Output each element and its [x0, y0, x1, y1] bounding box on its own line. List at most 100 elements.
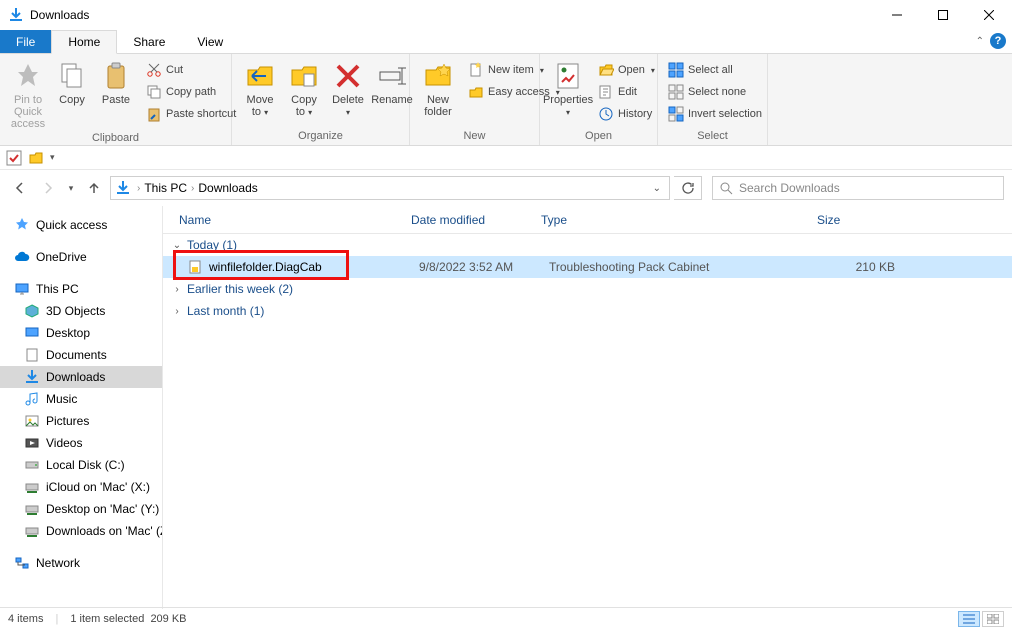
ribbon-collapse-caret[interactable]: ⌃	[976, 36, 984, 47]
view-mode-toggle	[958, 611, 1004, 627]
nav-local-disk-c[interactable]: Local Disk (C:)	[0, 454, 162, 476]
picture-icon	[24, 413, 40, 429]
paste-button[interactable]: Paste	[94, 58, 138, 108]
ribbon: Pin to Quick access Copy Paste Cut Copy …	[0, 54, 1012, 146]
tab-share[interactable]: Share	[117, 30, 181, 53]
file-row[interactable]: winfilefolder.DiagCab 9/8/2022 3:52 AM T…	[163, 256, 1012, 278]
refresh-button[interactable]	[674, 176, 702, 200]
checkbox-icon[interactable]	[6, 150, 22, 166]
nav-quick-access[interactable]: Quick access	[0, 214, 162, 236]
properties-button[interactable]: Properties ▾	[546, 58, 590, 121]
help-icon[interactable]: ?	[990, 33, 1006, 49]
nav-desktop-mac-drive[interactable]: Desktop on 'Mac' (Y:)	[0, 498, 162, 520]
group-earlier-this-week[interactable]: › Earlier this week (2)	[163, 278, 1012, 300]
search-box[interactable]	[712, 176, 1004, 200]
group-last-month[interactable]: › Last month (1)	[163, 300, 1012, 322]
copy-path-button[interactable]: Copy path	[142, 82, 240, 102]
invert-selection-icon	[668, 106, 684, 122]
folder-icon[interactable]	[28, 150, 44, 166]
paste-icon	[100, 60, 132, 92]
minimize-button[interactable]	[874, 0, 920, 30]
new-item-icon	[468, 62, 484, 78]
main-area: Quick access OneDrive This PC 3D Objects…	[0, 206, 1012, 609]
move-to-button[interactable]: Move to ▾	[238, 58, 282, 121]
open-icon	[598, 62, 614, 78]
column-header-type[interactable]: Type	[541, 213, 817, 227]
breadcrumb-downloads[interactable]: Downloads	[198, 181, 257, 195]
drive-icon	[24, 457, 40, 473]
copy-to-icon	[288, 60, 320, 92]
nav-icloud-drive[interactable]: iCloud on 'Mac' (X:)	[0, 476, 162, 498]
breadcrumb-this-pc[interactable]: This PC	[144, 181, 187, 195]
select-all-button[interactable]: Select all	[664, 60, 766, 80]
nav-videos[interactable]: Videos	[0, 432, 162, 454]
copy-button[interactable]: Copy	[50, 58, 94, 108]
group-today[interactable]: ⌄ Today (1)	[163, 234, 1012, 256]
downloads-icon	[24, 369, 40, 385]
open-button[interactable]: Open ▾	[594, 60, 659, 80]
close-button[interactable]	[966, 0, 1012, 30]
address-bar[interactable]: › This PC › Downloads ⌄	[110, 176, 670, 200]
nav-network[interactable]: Network	[0, 552, 162, 574]
chevron-down-icon: ▾	[346, 108, 350, 117]
group-label-select: Select	[664, 130, 761, 143]
maximize-button[interactable]	[920, 0, 966, 30]
scissors-icon	[146, 62, 162, 78]
paste-shortcut-button[interactable]: Paste shortcut	[142, 104, 240, 124]
address-bar-dropdown[interactable]: ⌄	[649, 183, 665, 194]
document-icon	[24, 347, 40, 363]
status-bar: 4 items | 1 item selected 209 KB	[0, 607, 1012, 629]
chevron-down-icon: ▾	[264, 108, 268, 117]
nav-music[interactable]: Music	[0, 388, 162, 410]
tab-home[interactable]: Home	[51, 30, 117, 54]
nav-back-button[interactable]	[8, 176, 32, 200]
ribbon-group-new: New folder New item ▾ Easy access ▾ New	[410, 54, 540, 145]
column-header-size[interactable]: Size	[817, 213, 897, 227]
file-type: Troubleshooting Pack Cabinet	[549, 260, 825, 274]
network-drive-icon	[24, 523, 40, 539]
tab-view[interactable]: View	[181, 30, 239, 53]
group-label-open: Open	[546, 130, 651, 143]
qat-dropdown-caret[interactable]: ▾	[50, 152, 55, 163]
copy-to-button[interactable]: Copy to ▾	[282, 58, 326, 121]
nav-desktop[interactable]: Desktop	[0, 322, 162, 344]
search-input[interactable]	[739, 181, 997, 195]
monitor-icon	[14, 281, 30, 297]
chevron-right-icon[interactable]: ›	[137, 183, 140, 194]
chevron-right-icon[interactable]: ›	[191, 183, 194, 194]
rename-button[interactable]: Rename	[370, 58, 414, 108]
nav-onedrive[interactable]: OneDrive	[0, 246, 162, 268]
delete-button[interactable]: Delete ▾	[326, 58, 370, 121]
history-button[interactable]: History	[594, 104, 659, 124]
nav-up-button[interactable]	[82, 176, 106, 200]
ribbon-help-area: ⌃ ?	[976, 33, 1006, 49]
new-folder-button[interactable]: New folder	[416, 58, 460, 120]
nav-downloads[interactable]: Downloads	[0, 366, 162, 388]
quick-access-toolbar: ▾	[0, 146, 1012, 170]
new-folder-icon	[422, 60, 454, 92]
tab-file[interactable]: File	[0, 30, 51, 53]
details-view-button[interactable]	[958, 611, 980, 627]
file-list-area: Name Date modified Type Size ⌄ Today (1)…	[163, 206, 1012, 609]
select-none-button[interactable]: Select none	[664, 82, 766, 102]
downloads-icon	[8, 7, 24, 23]
ribbon-group-clipboard: Pin to Quick access Copy Paste Cut Copy …	[0, 54, 232, 145]
column-header-date[interactable]: Date modified	[411, 213, 541, 227]
nav-downloads-mac-drive[interactable]: Downloads on 'Mac' (Z:)	[0, 520, 162, 542]
thumbnails-view-button[interactable]	[982, 611, 1004, 627]
pin-to-quick-access-button[interactable]: Pin to Quick access	[6, 58, 50, 132]
desktop-icon	[24, 325, 40, 341]
nav-this-pc[interactable]: This PC	[0, 278, 162, 300]
window-controls	[874, 0, 1012, 30]
nav-3d-objects[interactable]: 3D Objects	[0, 300, 162, 322]
move-to-icon	[244, 60, 276, 92]
edit-button[interactable]: Edit	[594, 82, 659, 102]
column-header-name[interactable]: Name	[179, 213, 411, 227]
nav-recent-caret[interactable]: ▾	[64, 176, 78, 200]
nav-documents[interactable]: Documents	[0, 344, 162, 366]
downloads-icon	[115, 180, 131, 196]
nav-pictures[interactable]: Pictures	[0, 410, 162, 432]
nav-forward-button[interactable]	[36, 176, 60, 200]
cut-button[interactable]: Cut	[142, 60, 240, 80]
invert-selection-button[interactable]: Invert selection	[664, 104, 766, 124]
